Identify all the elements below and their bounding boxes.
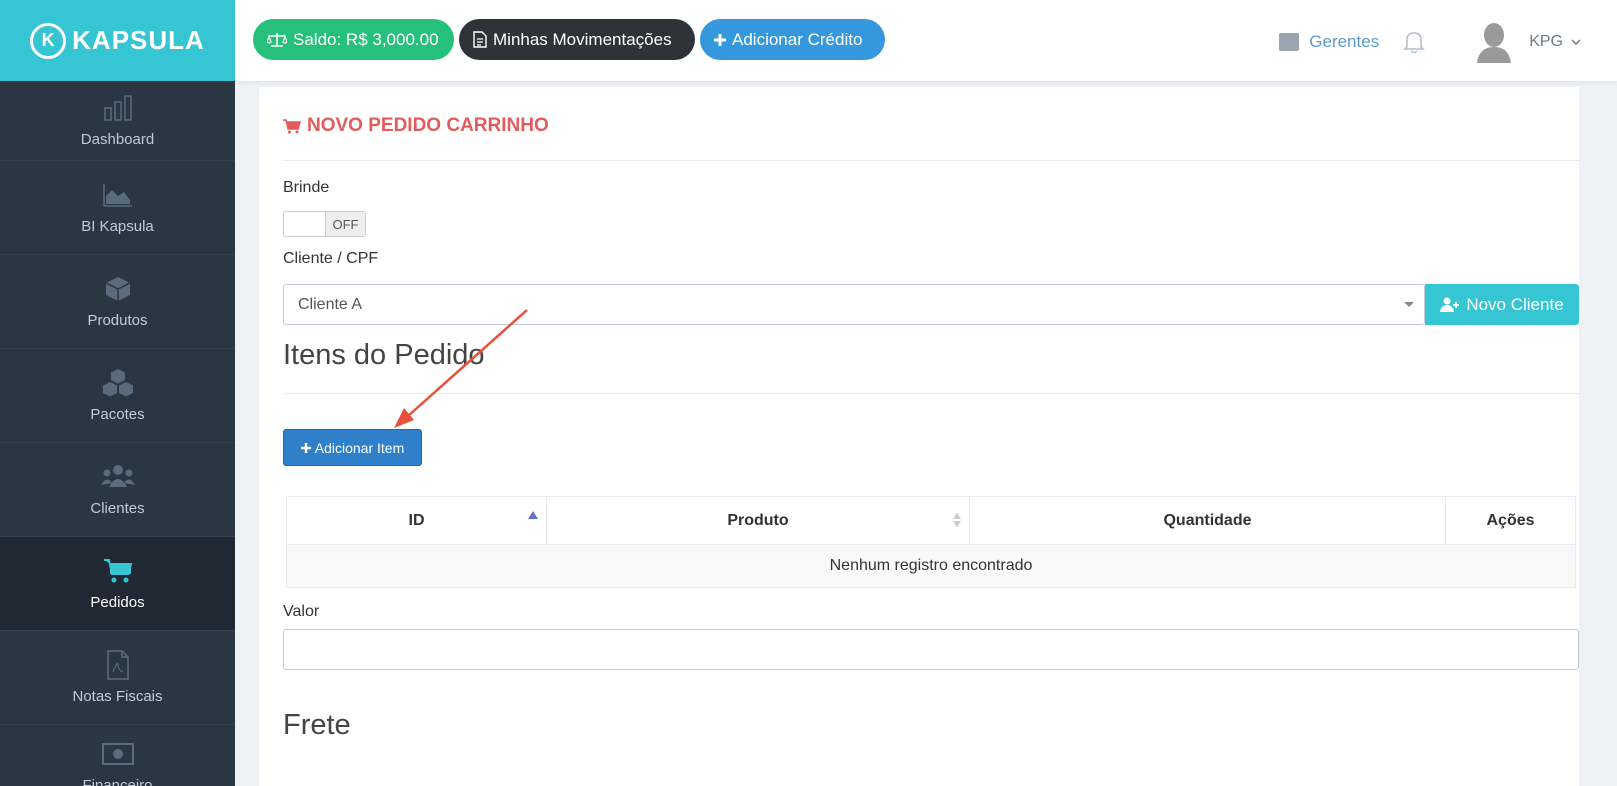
sidebar-item-label: Pacotes: [90, 406, 145, 423]
add-item-button[interactable]: Adicionar Item: [283, 429, 422, 466]
file-pdf-icon: [101, 650, 135, 680]
valor-label: Valor: [283, 603, 320, 620]
brinde-toggle[interactable]: OFF: [283, 211, 366, 237]
cliente-label: Cliente / CPF: [283, 250, 379, 267]
sidebar-item-label: Notas Fiscais: [72, 688, 163, 705]
sidebar-item-label: Produtos: [87, 312, 148, 329]
plus-icon: [300, 440, 311, 456]
topbar: Saldo: R$ 3,000.00 Minhas Movimentações …: [235, 0, 1617, 81]
users-icon: [100, 462, 135, 492]
cubes-icon: [101, 368, 135, 398]
valor-input[interactable]: [283, 629, 1579, 670]
adicionar-credito-label: Adicionar Crédito: [732, 29, 863, 49]
frete-title: Frete: [283, 709, 351, 741]
page-title-text: NOVO PEDIDO CARRINHO: [307, 115, 549, 136]
movimentacoes-button[interactable]: Minhas Movimentações: [459, 19, 695, 60]
bell-icon[interactable]: [1403, 30, 1426, 54]
sidebar-item-clientes[interactable]: Clientes: [0, 443, 235, 537]
cart-icon: [101, 556, 135, 586]
movimentacoes-label: Minhas Movimentações: [493, 29, 672, 49]
cliente-select[interactable]: Cliente A: [283, 284, 1425, 325]
sidebar-item-dashboard[interactable]: Dashboard: [0, 81, 235, 161]
user-menu[interactable]: KPG: [1475, 21, 1581, 63]
sort-icon: [953, 513, 961, 529]
caret-down-icon: [1404, 302, 1414, 307]
table-row: Nenhum registro encontrado: [286, 544, 1576, 588]
column-header-id[interactable]: ID: [286, 496, 547, 545]
sidebar-item-label: Dashboard: [80, 131, 155, 148]
sidebar-item-produtos[interactable]: Produtos: [0, 255, 235, 349]
novo-cliente-label: Novo Cliente: [1466, 294, 1564, 314]
order-panel: NOVO PEDIDO CARRINHO Brinde OFF Cliente …: [259, 87, 1579, 786]
sidebar-item-pacotes[interactable]: Pacotes: [0, 349, 235, 443]
sidebar-item-bi-kapsula[interactable]: BI Kapsula: [0, 161, 235, 255]
cart-plus-icon: [283, 118, 301, 134]
bar-chart-icon: [101, 93, 135, 123]
balance-scale-icon: [267, 32, 287, 48]
kapsula-logo-icon: K: [30, 22, 67, 59]
gerentes-link[interactable]: Gerentes: [1279, 32, 1379, 52]
sidebar-item-financeiro[interactable]: Financeiro: [0, 725, 235, 786]
table-header-row: ID Produto Quantidade Ações: [286, 496, 1576, 545]
cube-icon: [101, 274, 135, 304]
saldo-button[interactable]: Saldo: R$ 3,000.00: [253, 19, 454, 60]
add-item-label: Adicionar Item: [314, 439, 405, 456]
user-plus-icon: [1440, 297, 1460, 312]
area-chart-icon: [101, 180, 135, 210]
sidebar-item-pedidos[interactable]: Pedidos: [0, 537, 235, 631]
chevron-down-icon: [1571, 39, 1581, 45]
avatar: [1475, 21, 1513, 63]
brinde-label: Brinde: [283, 179, 330, 196]
adicionar-credito-button[interactable]: Adicionar Crédito: [700, 19, 885, 60]
column-header-acoes: Ações: [1445, 496, 1576, 545]
sort-asc-icon: [528, 511, 538, 519]
cliente-selected-value: Cliente A: [298, 295, 363, 313]
divider: [283, 160, 1579, 161]
brand[interactable]: K KAPSULA: [0, 0, 235, 81]
toggle-knob: [284, 212, 326, 236]
items-table: ID Produto Quantidade Ações Nenhum regis…: [286, 496, 1576, 588]
saldo-label: Saldo: R$ 3,000.00: [293, 29, 439, 49]
itens-title: Itens do Pedido: [283, 339, 485, 371]
column-header-produto[interactable]: Produto: [546, 496, 970, 545]
plus-icon: [714, 33, 726, 46]
column-header-quantidade: Quantidade: [969, 496, 1446, 545]
file-text-icon: [473, 31, 487, 48]
gerentes-label: Gerentes: [1309, 32, 1380, 51]
sidebar: K KAPSULA Dashboard BI Kapsula Produtos …: [0, 0, 235, 786]
money-icon: [101, 739, 135, 769]
user-name: KPG: [1529, 33, 1563, 50]
sidebar-item-label: Clientes: [90, 500, 145, 517]
sidebar-item-label: Financeiro: [82, 777, 153, 786]
sidebar-item-label: Pedidos: [90, 594, 145, 611]
sidebar-item-label: BI Kapsula: [81, 218, 154, 235]
toggle-state: OFF: [326, 212, 365, 236]
topbar-right: Gerentes KPG: [1279, 21, 1617, 63]
sidebar-item-notas-fiscais[interactable]: Notas Fiscais: [0, 631, 235, 725]
novo-cliente-button[interactable]: Novo Cliente: [1425, 284, 1579, 325]
page-title: NOVO PEDIDO CARRINHO: [283, 115, 549, 137]
empty-message: Nenhum registro encontrado: [286, 544, 1576, 588]
id-badge-icon: [1279, 33, 1300, 51]
divider: [283, 393, 1579, 394]
brand-name: KAPSULA: [72, 25, 205, 55]
